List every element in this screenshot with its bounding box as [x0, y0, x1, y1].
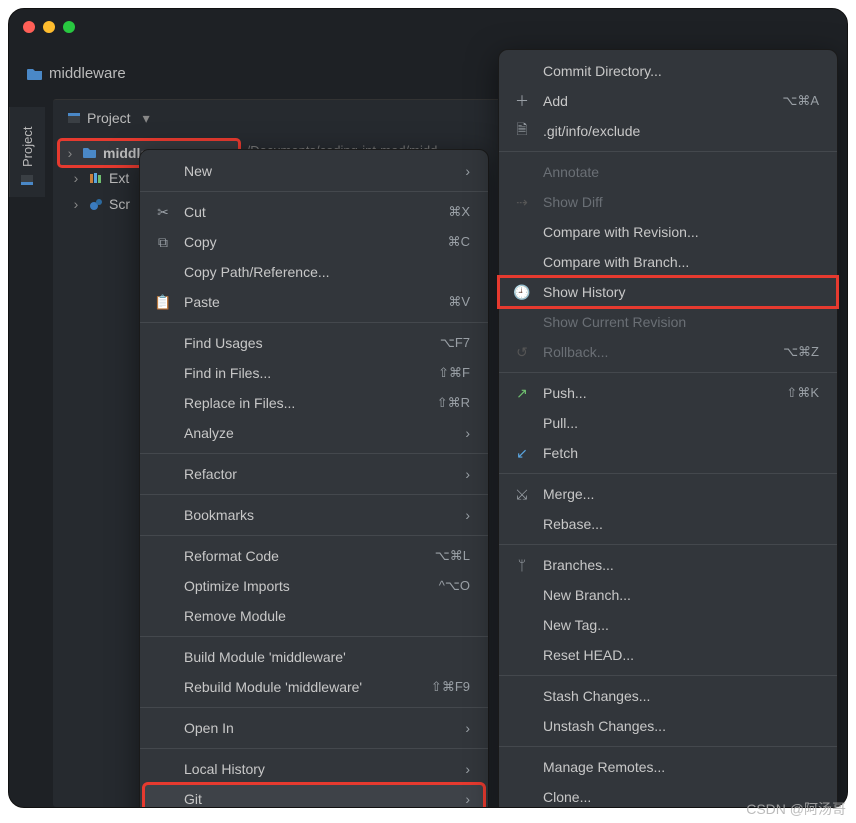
menu-bookmarks[interactable]: Bookmarks›	[140, 500, 488, 530]
menu-branches[interactable]: ᛘBranches...	[499, 550, 837, 580]
menu-replace-in-files[interactable]: Replace in Files...⇧⌘R	[140, 388, 488, 418]
menu-show-current: Show Current Revision	[499, 307, 837, 337]
menu-manage-remotes[interactable]: Manage Remotes...	[499, 752, 837, 782]
menu-compare-revision[interactable]: Compare with Revision...	[499, 217, 837, 247]
project-title: middleware	[49, 65, 126, 82]
scissors-icon: ✂	[154, 204, 172, 221]
menu-unstash[interactable]: Unstash Changes...	[499, 711, 837, 741]
project-side-tab[interactable]: Project	[9, 107, 45, 197]
branch-icon: ᛘ	[513, 557, 531, 573]
menu-merge[interactable]: ⤩Merge...	[499, 479, 837, 509]
menu-git-exclude[interactable]: 🗎.git/info/exclude	[499, 116, 837, 146]
menu-refactor[interactable]: Refactor›	[140, 459, 488, 489]
chevron-down-icon: ▾	[143, 110, 150, 127]
menu-pull[interactable]: Pull...	[499, 408, 837, 438]
menu-rebase[interactable]: Rebase...	[499, 509, 837, 539]
chevron-right-icon: ›	[69, 170, 83, 186]
folder-icon	[83, 147, 97, 159]
menu-stash[interactable]: Stash Changes...	[499, 681, 837, 711]
menu-remove-module[interactable]: Remove Module	[140, 601, 488, 631]
context-menu-git: Commit Directory... ＋Add⌥⌘A 🗎.git/info/e…	[498, 49, 838, 808]
menu-new-branch[interactable]: New Branch...	[499, 580, 837, 610]
zoom-icon[interactable]	[63, 21, 75, 33]
fetch-icon: ↙	[513, 445, 531, 462]
menu-fetch[interactable]: ↙Fetch	[499, 438, 837, 468]
menu-find-usages[interactable]: Find Usages⌥F7	[140, 328, 488, 358]
ide-window: middleware Project Project ▾ ›	[8, 8, 848, 808]
menu-new-tag[interactable]: New Tag...	[499, 610, 837, 640]
clock-icon: 🕘	[513, 284, 531, 301]
titlebar	[9, 9, 847, 45]
menu-show-diff: ⇢Show Diff	[499, 187, 837, 217]
menu-cut[interactable]: ✂Cut⌘X	[140, 197, 488, 227]
library-icon	[89, 172, 103, 184]
menu-paste[interactable]: 📋Paste⌘V	[140, 287, 488, 317]
menu-add[interactable]: ＋Add⌥⌘A	[499, 86, 837, 116]
project-icon	[67, 111, 81, 125]
menu-rollback: ↺Rollback...⌥⌘Z	[499, 337, 837, 367]
menu-open-in[interactable]: Open In›	[140, 713, 488, 743]
scratch-icon	[89, 197, 103, 211]
menu-push[interactable]: ↗Push...⇧⌘K	[499, 378, 837, 408]
push-icon: ↗	[513, 385, 531, 402]
menu-compare-branch[interactable]: Compare with Branch...	[499, 247, 837, 277]
menu-analyze[interactable]: Analyze›	[140, 418, 488, 448]
merge-icon: ⤩	[513, 486, 531, 503]
menu-optimize-imports[interactable]: Optimize Imports^⌥O	[140, 571, 488, 601]
menu-reset-head[interactable]: Reset HEAD...	[499, 640, 837, 670]
chevron-right-icon: ›	[69, 196, 83, 212]
context-menu-main: New› ✂Cut⌘X ⧉Copy⌘C Copy Path/Reference.…	[139, 149, 489, 808]
menu-copy-path[interactable]: Copy Path/Reference...	[140, 257, 488, 287]
menu-build-module[interactable]: Build Module 'middleware'	[140, 642, 488, 672]
clipboard-icon: 📋	[154, 294, 172, 311]
menu-find-in-files[interactable]: Find in Files...⇧⌘F	[140, 358, 488, 388]
diff-icon: ⇢	[513, 194, 531, 211]
menu-copy[interactable]: ⧉Copy⌘C	[140, 227, 488, 257]
panel-title[interactable]: Project ▾	[67, 110, 150, 127]
minimize-icon[interactable]	[43, 21, 55, 33]
menu-local-history[interactable]: Local History›	[140, 754, 488, 784]
menu-reformat[interactable]: Reformat Code⌥⌘L	[140, 541, 488, 571]
menu-show-history[interactable]: 🕘Show History	[499, 277, 837, 307]
file-icon: 🗎	[513, 119, 531, 143]
menu-rebuild-module[interactable]: Rebuild Module 'middleware'⇧⌘F9	[140, 672, 488, 702]
menu-git[interactable]: Git›	[144, 784, 484, 808]
menu-new[interactable]: New›	[140, 156, 488, 186]
chevron-right-icon: ›	[63, 145, 77, 161]
menu-commit-directory[interactable]: Commit Directory...	[499, 56, 837, 86]
rollback-icon: ↺	[513, 344, 531, 361]
menu-annotate: Annotate	[499, 157, 837, 187]
watermark: CSDN @阿汤哥	[746, 799, 846, 819]
folder-icon	[27, 67, 43, 81]
close-icon[interactable]	[23, 21, 35, 33]
plus-icon: ＋	[513, 91, 531, 111]
copy-icon: ⧉	[154, 234, 172, 251]
